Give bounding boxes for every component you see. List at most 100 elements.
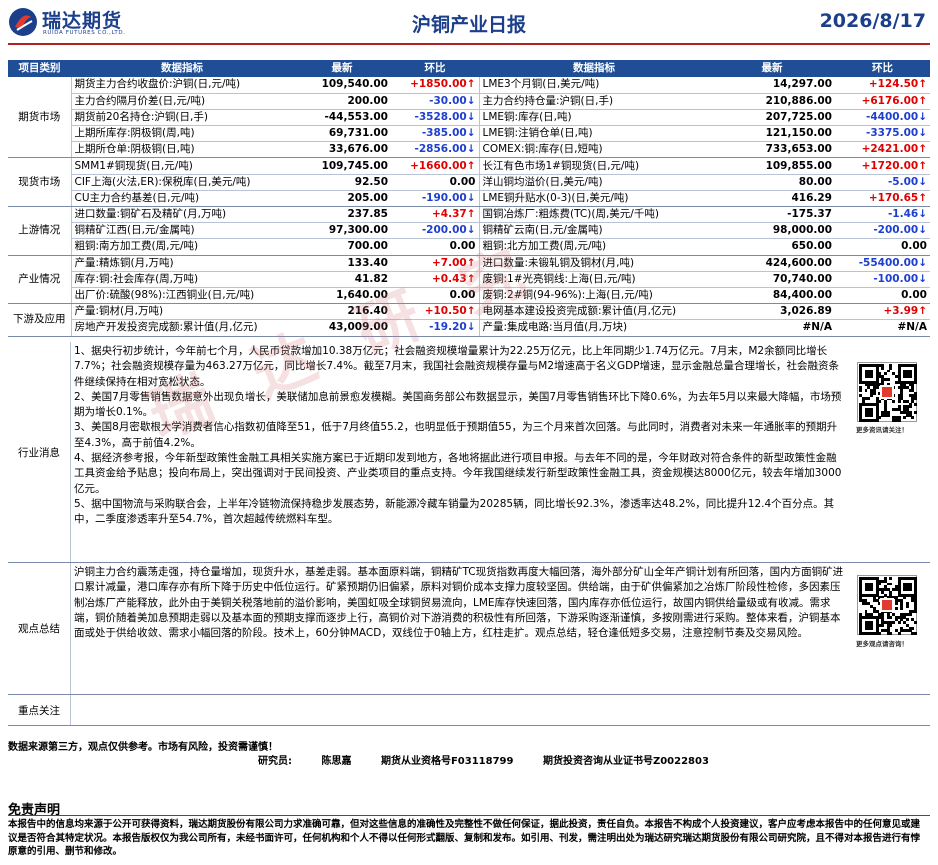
indicator-value: 207,725.00 <box>709 109 835 127</box>
header-divider <box>8 43 930 45</box>
indicator-name: 长江有色市场1#铜现货(日,元/吨) <box>479 157 709 175</box>
table-row: 产业情况 产量:精炼铜(月,万吨) 133.40 +7.00↑ 进口数量:未锻轧铜及铜材… <box>8 255 930 305</box>
indicator-change: -19.20↓ <box>391 319 480 337</box>
indicator-change: +2421.00↑ <box>835 141 930 159</box>
table-row: 房地产开发投资完成额:累计值(月,亿元) 43,009.00 -19.20↓ 产量:集… <box>8 319 930 337</box>
indicator-change: 0.00 <box>835 287 930 305</box>
indicator-name: 粗铜:北方加工费(周,元/吨) <box>479 238 709 256</box>
indicator-change: +3.99↑ <box>835 303 930 321</box>
indicator-value: 3,026.89 <box>709 303 835 321</box>
indicator-name: 期货前20名持仓:沪铜(日,手) <box>71 109 293 127</box>
indicator-value: 237.85 <box>293 206 391 224</box>
indicator-change: -100.00↓ <box>835 271 930 288</box>
indicator-value: 92.50 <box>293 174 391 191</box>
category-cell: 产业情况 <box>8 255 72 305</box>
table-row: 上期所库存:阴极铜(周,吨) 69,731.00 -385.00↓ LME铜:注销仓单… <box>8 125 930 143</box>
indicator-value: 205.00 <box>293 190 391 208</box>
qr-code-icon <box>857 575 918 636</box>
focus-section: 重点关注 <box>8 695 930 726</box>
indicator-name: CIF上海(火法,ER):保税库(日,美元/吨) <box>71 174 293 191</box>
disclaimer-text: 本报告中的信息均来源于公开可获得资料，瑞达期货股份有限公司力求准确可靠，但对这些… <box>8 819 921 857</box>
indicator-change: -385.00↓ <box>391 125 480 143</box>
indicator-value: 43,009.00 <box>293 319 391 337</box>
indicator-value: 133.40 <box>293 255 391 272</box>
indicator-name: 国铜冶炼厂:粗炼费(TC)(周,美元/千吨) <box>479 206 709 224</box>
news-item: 5、据中国物流与采购联合会，上半年冷链物流保持稳步发展态势，新能源冷藏车销量为2… <box>74 497 835 526</box>
indicator-change: -200.00↓ <box>835 222 930 240</box>
page-title: 沪铜产业日报 <box>411 14 526 36</box>
industry-news-section: 行业消息 1、据央行初步统计，今年前七个月，人民币贷款增加10.38万亿元；社会… <box>8 342 930 563</box>
table-row: 粗铜:南方加工费(周,元/吨) 700.00 0.00 粗铜:北方加工费(周,元/吨)… <box>8 238 930 256</box>
indicator-name: 期货主力合约收盘价:沪铜(日,元/吨) <box>71 77 293 94</box>
table-row: 现货市场 SMM1#铜现货(日,元/吨) 109,745.00 +1660.00↑ 长江… <box>8 157 930 207</box>
indicator-name: 铜精矿江西(日,元/金属吨) <box>71 222 293 240</box>
indicator-value: 424,600.00 <box>709 255 835 272</box>
indicator-change: -200.00↓ <box>391 222 480 240</box>
table-row: 期货前20名持仓:沪铜(日,手) -44,553.00 -3528.00↓ LME铜:… <box>8 109 930 127</box>
indicator-name: CU主力合约基差(日,元/吨) <box>71 190 293 208</box>
indicator-change: +124.50↑ <box>835 77 930 94</box>
indicator-name: LME3个月铜(日,美元/吨) <box>479 77 709 94</box>
indicator-name: LME铜升贴水(0-3)(日,美元/吨) <box>479 190 709 208</box>
indicator-value: 416.29 <box>709 190 835 208</box>
indicator-name: 电网基本建设投资完成额:累计值(月,亿元) <box>479 303 709 321</box>
table-row: 上游情况 进口数量:铜矿石及精矿(月,万吨) 237.85 +4.37↑ 国铜冶炼厂:粗… <box>8 206 930 256</box>
indicator-change: +4.37↑ <box>391 206 480 224</box>
indicator-name: 产量:集成电路:当月值(月,万块) <box>479 319 709 337</box>
indicator-change: 0.00 <box>391 174 480 191</box>
table-row: 库存:铜:社会库存(周,万吨) 41.82 +0.43↑ 废铜:1#光亮铜线:上海(日… <box>8 271 930 288</box>
indicator-change: -3528.00↓ <box>391 109 480 127</box>
table-row: CIF上海(火法,ER):保税库(日,美元/吨) 92.50 0.00 洋山铜均溢价(… <box>8 174 930 191</box>
indicator-change: +6176.00↑ <box>835 93 930 110</box>
indicator-change: 0.00 <box>391 287 480 305</box>
indicator-change: +170.65↑ <box>835 190 930 208</box>
indicator-value: 69,731.00 <box>293 125 391 143</box>
news-item: 2、美国7月零售销售数据意外出现负增长，美联储加息前景愈发模糊。美国商务部公布数… <box>74 390 842 419</box>
indicator-change: +1720.00↑ <box>835 157 930 175</box>
indicator-value: 33,676.00 <box>293 141 391 159</box>
indicator-name: 铜精矿云南(日,元/金属吨) <box>479 222 709 240</box>
indicator-name: 进口数量:未锻轧铜及铜材(月,吨) <box>479 255 709 272</box>
view-summary-section: 观点总结 沪铜主力合约震荡走强，持仓量增加，现货升水，基差走弱。基本面原料端，铜… <box>8 563 930 695</box>
indicator-value: 121,150.00 <box>709 125 835 143</box>
category-cell: 下游及应用 <box>8 303 72 337</box>
source-note: 数据来源第三方，观点仅供参考。市场有风险，投资需谨慎！ <box>8 742 278 753</box>
indicator-name: 进口数量:铜矿石及精矿(月,万吨) <box>71 206 293 224</box>
indicator-name: 废铜:1#光亮铜线:上海(日,元/吨) <box>479 271 709 288</box>
indicator-value: 210,886.00 <box>709 93 835 110</box>
indicator-change: -3375.00↓ <box>835 125 930 143</box>
header-latest-right: 最新 <box>709 60 835 77</box>
indicator-change: +10.50↑ <box>391 303 480 321</box>
indicator-name: 库存:铜:社会库存(周,万吨) <box>71 271 293 288</box>
indicator-value: 733,653.00 <box>709 141 835 159</box>
indicator-change: +7.00↑ <box>391 255 480 272</box>
industry-news-text: 1、据央行初步统计，今年前七个月，人民币贷款增加10.38万亿元；社会融资规模增… <box>74 344 846 528</box>
indicator-value: 650.00 <box>709 238 835 256</box>
table-header-row: 项目类别 数据指标 最新 环比 数据指标 最新 环比 <box>8 60 930 77</box>
indicator-value: -44,553.00 <box>293 109 391 127</box>
indicator-change: +1660.00↑ <box>391 157 480 175</box>
indicator-value: -175.37 <box>709 206 835 224</box>
qr-code-icon <box>857 362 918 423</box>
researcher-info: 研究员: 陈思嘉 期货从业资格号F03118799 期货投资咨询从业证书号Z00… <box>258 752 735 767</box>
indicator-value: 109,745.00 <box>293 157 391 175</box>
table-row: 主力合约隔月价差(日,元/吨) 200.00 -30.00↓ 主力合约持仓量:沪铜(… <box>8 93 930 110</box>
indicator-change: -30.00↓ <box>391 93 480 110</box>
category-cell: 期货市场 <box>8 77 72 159</box>
header-indicator-left: 数据指标 <box>71 60 293 77</box>
indicator-change: 0.00 <box>835 238 930 256</box>
indicator-name: COMEX:铜:库存(日,短吨) <box>479 141 709 159</box>
focus-label: 重点关注 <box>8 695 71 725</box>
category-cell: 现货市场 <box>8 157 72 207</box>
indicator-change: +1850.00↑ <box>391 77 480 94</box>
news-item: 4、据经济参考报，今年新型政策性金融工具相关实施方案已于近期印发到地方，各地将据… <box>74 452 842 495</box>
table-row: 期货市场 期货主力合约收盘价:沪铜(日,元/吨) 109,540.00 +1850.0… <box>8 77 930 159</box>
indicator-name: LME铜:注销仓单(日,吨) <box>479 125 709 143</box>
indicator-name: 房地产开发投资完成额:累计值(月,亿元) <box>71 319 293 337</box>
header-indicator-right: 数据指标 <box>479 60 709 77</box>
table-row: CU主力合约基差(日,元/吨) 205.00 -190.00↓ LME铜升贴水(0-3… <box>8 190 930 208</box>
indicator-change: 0.00 <box>391 238 480 256</box>
news-item: 1、据央行初步统计，今年前七个月，人民币贷款增加10.38万亿元；社会融资规模增… <box>74 345 840 388</box>
indicator-change: -4400.00↓ <box>835 109 930 127</box>
category-cell: 上游情况 <box>8 206 72 256</box>
